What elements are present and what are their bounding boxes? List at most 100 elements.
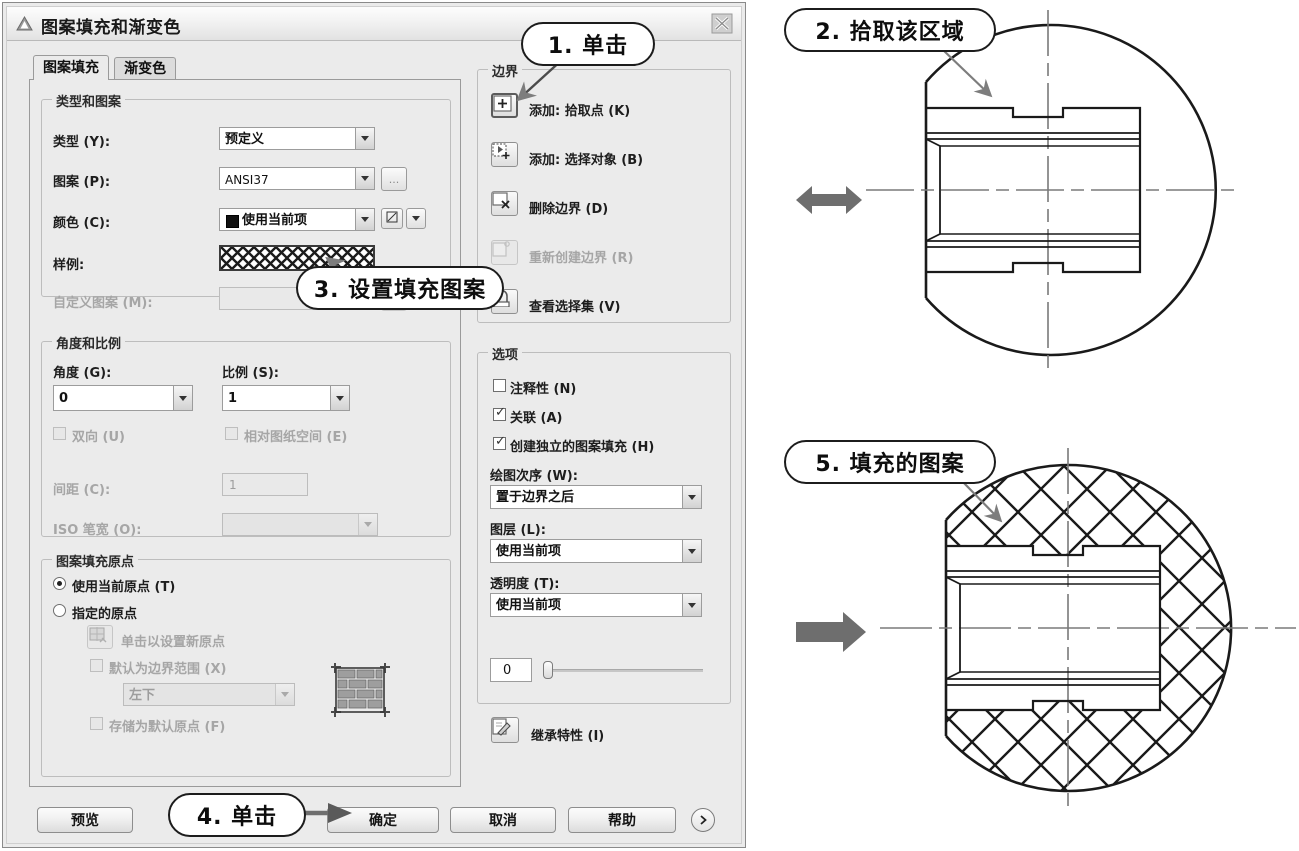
expand-arrow-icon [700, 815, 707, 825]
chevron-down-icon[interactable] [682, 594, 701, 616]
spacing-field[interactable]: 1 [222, 473, 308, 496]
type-value: 预定义 [225, 132, 265, 147]
bottom-drawing [796, 448, 1296, 812]
chevron-down-icon[interactable] [682, 486, 701, 508]
relative-paperspace-checkbox[interactable] [225, 427, 238, 440]
options-legend: 选项 [488, 344, 523, 363]
iso-penwidth-combo[interactable] [222, 513, 378, 536]
chevron-down-icon[interactable] [173, 386, 192, 410]
custom-pattern-label: 自定义图案 (M): [53, 296, 153, 311]
dialog-title: 图案填充和渐变色 [41, 18, 181, 38]
callout-3: 3. 设置填充图案 [296, 266, 504, 310]
tab-strip: 图案填充 渐变色 [33, 55, 177, 80]
type-label: 类型 (Y): [53, 135, 111, 150]
expand-dialog-button[interactable] [691, 808, 715, 832]
chevron-down-icon[interactable] [355, 128, 374, 149]
add-pick-points-button[interactable] [491, 93, 518, 118]
tab-hatch[interactable]: 图案填充 [33, 55, 109, 80]
chevron-down-icon[interactable] [682, 540, 701, 562]
store-default-origin-checkbox[interactable] [90, 717, 103, 730]
double-checkbox[interactable] [53, 427, 66, 440]
color-combo[interactable]: 使用当前项 [219, 208, 375, 231]
associative-checkbox[interactable]: ✓ [493, 406, 506, 421]
ok-button[interactable]: 确定 [327, 807, 439, 833]
store-default-origin-label: 存储为默认原点 (F) [109, 720, 226, 735]
iso-penwidth-label: ISO 笔宽 (O): [53, 523, 142, 538]
color-label: 颜色 (C): [53, 216, 111, 231]
pattern-combo[interactable]: ANSI37 [219, 167, 375, 190]
chevron-down-icon[interactable] [330, 386, 349, 410]
cancel-button[interactable]: 取消 [450, 807, 556, 833]
transparency-slider-knob[interactable] [543, 661, 553, 679]
recreate-boundary-icon [492, 241, 510, 257]
chevron-down-icon[interactable] [275, 684, 294, 705]
color-swatch [226, 215, 239, 228]
associative-label: 关联 (A) [510, 411, 563, 426]
pattern-browse-button[interactable]: ... [381, 167, 407, 191]
top-drawing [796, 10, 1235, 372]
pattern-value: ANSI37 [225, 173, 269, 187]
ellipsis-icon: ... [388, 172, 400, 186]
chevron-down-icon[interactable] [358, 514, 377, 535]
extents-position-value: 左下 [129, 688, 156, 703]
draw-order-combo[interactable]: 置于边界之后 [490, 485, 702, 509]
extents-position-combo[interactable]: 左下 [123, 683, 295, 706]
layer-combo[interactable]: 使用当前项 [490, 539, 702, 563]
help-button-label: 帮助 [608, 813, 636, 829]
origin-preview-icon [329, 659, 391, 725]
ok-button-label: 确定 [369, 813, 397, 829]
color-value: 使用当前项 [242, 213, 308, 228]
inherit-properties-button[interactable] [491, 717, 519, 743]
transparency-color-button[interactable] [381, 208, 403, 229]
set-origin-icon [89, 627, 107, 643]
scale-value: 1 [228, 391, 238, 406]
right-arrow-icon [796, 612, 866, 652]
callout-1-text: 1. 单击 [547, 34, 629, 59]
angle-and-scale-legend: 角度和比例 [52, 333, 126, 352]
angle-combo[interactable]: 0 [53, 385, 193, 411]
double-arrow-icon [796, 186, 862, 214]
layer-value: 使用当前项 [496, 544, 562, 559]
add-pick-points-icon [493, 95, 512, 112]
autocad-logo-icon [15, 14, 34, 33]
boundary-legend: 边界 [488, 61, 523, 80]
use-current-origin-radio[interactable] [53, 577, 66, 590]
layer-label: 图层 (L): [490, 523, 546, 538]
chevron-down-icon[interactable] [355, 209, 374, 230]
transparency-combo[interactable]: 使用当前项 [490, 593, 702, 617]
type-combo[interactable]: 预定义 [219, 127, 375, 150]
scale-combo[interactable]: 1 [222, 385, 350, 411]
hatch-origin-legend: 图案填充原点 [52, 551, 139, 570]
specified-origin-radio[interactable] [53, 604, 66, 617]
callout-3-text: 3. 设置填充图案 [313, 278, 487, 303]
inherit-properties-icon [492, 718, 511, 736]
annotative-checkbox[interactable] [493, 379, 506, 392]
add-select-objects-label: 添加: 选择对象 (B) [529, 153, 644, 168]
callout-1: 1. 单击 [521, 22, 655, 66]
transparency-value-field[interactable]: 0 [490, 658, 532, 682]
tab-gradient[interactable]: 渐变色 [114, 57, 177, 80]
default-to-extents-checkbox[interactable] [90, 659, 103, 672]
create-separate-hatches-checkbox[interactable]: ✓ [493, 435, 506, 450]
specified-origin-label: 指定的原点 [72, 607, 138, 622]
recreate-boundary-label: 重新创建边界 (R) [529, 251, 634, 266]
transparency-slider-track[interactable] [543, 669, 703, 672]
remove-boundary-button[interactable] [491, 191, 518, 216]
click-set-new-origin-button[interactable] [87, 625, 113, 649]
view-selections-label: 查看选择集 (V) [529, 300, 621, 315]
color-dropdown-button[interactable] [406, 208, 426, 229]
color-box-icon [386, 211, 398, 226]
callout-2: 2. 拾取该区域 [784, 8, 996, 52]
inherit-properties-label: 继承特性 (I) [531, 729, 605, 744]
recreate-boundary-button [491, 240, 518, 265]
spacing-label: 间距 (C): [53, 483, 111, 498]
callout-4: 4. 单击 [168, 793, 306, 837]
help-button[interactable]: 帮助 [568, 807, 676, 833]
close-icon[interactable] [709, 11, 735, 35]
double-label: 双向 (U) [72, 430, 125, 445]
create-separate-hatches-label: 创建独立的图案填充 (H) [510, 440, 655, 455]
callout-4-text: 4. 单击 [196, 805, 278, 830]
chevron-down-icon[interactable] [355, 168, 374, 189]
add-select-objects-button[interactable] [491, 142, 518, 167]
preview-button[interactable]: 预览 [37, 807, 133, 833]
